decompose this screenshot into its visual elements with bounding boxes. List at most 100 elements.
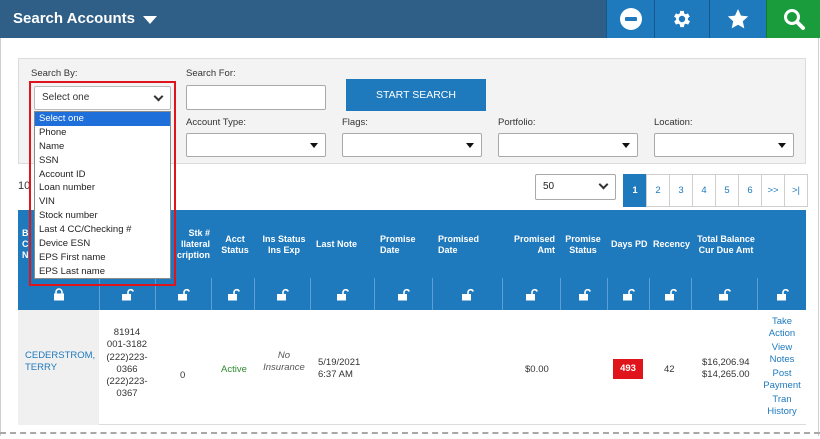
option-eps-last-name[interactable]: EPS Last name bbox=[35, 265, 170, 279]
column-unlock[interactable] bbox=[155, 278, 211, 310]
unlock-icon bbox=[122, 288, 134, 300]
account-name-link[interactable]: CEDERSTROM, TERRY bbox=[25, 350, 95, 374]
stk-value: 0 bbox=[180, 370, 186, 381]
column-unlock[interactable] bbox=[502, 278, 560, 310]
tran-history-link[interactable]: Tran History bbox=[756, 394, 808, 418]
gear-icon bbox=[674, 10, 690, 28]
post-payment-link[interactable]: Post Payment bbox=[756, 368, 808, 392]
search-for-label: Search For: bbox=[186, 68, 236, 79]
account-ids: 81914 001-3182 (222)223- 0366 (222)223- … bbox=[106, 327, 148, 400]
col-header-promised-date[interactable]: Promised Date bbox=[438, 234, 479, 256]
page-link[interactable]: 1 bbox=[623, 174, 647, 207]
page-link[interactable]: 6 bbox=[738, 174, 762, 207]
search-by-value: Select one bbox=[42, 92, 90, 103]
option-loan-number[interactable]: Loan number bbox=[35, 181, 170, 195]
column-unlock[interactable] bbox=[211, 278, 254, 310]
option-stock-number[interactable]: Stock number bbox=[35, 209, 170, 223]
search-by-label: Search By: bbox=[31, 68, 78, 79]
acct-status-value: Active bbox=[221, 364, 247, 375]
view-notes-link[interactable]: View Notes bbox=[756, 342, 808, 366]
search-icon bbox=[783, 9, 805, 30]
take-action-link[interactable]: Take Action bbox=[756, 316, 808, 340]
col-header-promise-date[interactable]: Promise Date bbox=[380, 234, 416, 256]
option-account-id[interactable]: Account ID bbox=[35, 168, 170, 182]
days-pd-badge: 493 bbox=[613, 359, 643, 379]
page-link[interactable]: 5 bbox=[715, 174, 739, 207]
portfolio-select[interactable] bbox=[498, 133, 638, 157]
per-page-select[interactable]: 50 bbox=[535, 174, 616, 200]
unlock-icon bbox=[462, 288, 474, 300]
minimize-button[interactable] bbox=[606, 0, 654, 38]
col-header-days-pd[interactable]: Days PD bbox=[611, 239, 648, 250]
option-ssn[interactable]: SSN bbox=[35, 154, 170, 168]
star-icon bbox=[727, 9, 749, 29]
flags-select[interactable] bbox=[342, 133, 482, 157]
unlock-icon bbox=[178, 288, 190, 300]
page-title: Search Accounts bbox=[13, 10, 135, 27]
lock-icon bbox=[53, 287, 64, 300]
search-button[interactable] bbox=[766, 0, 820, 38]
results-count: 10 bbox=[18, 180, 31, 192]
account-type-label: Account Type: bbox=[186, 117, 247, 128]
pagination: 1 2 3 4 5 6 >> >| bbox=[623, 174, 808, 207]
unlock-icon bbox=[227, 288, 240, 300]
row-actions: Take Action View Notes Post Payment Tran… bbox=[756, 316, 808, 420]
option-name[interactable]: Name bbox=[35, 140, 170, 154]
settings-button[interactable] bbox=[654, 0, 709, 38]
location-select[interactable] bbox=[654, 133, 794, 157]
column-unlock[interactable] bbox=[254, 278, 310, 310]
option-select-one[interactable]: Select one bbox=[35, 112, 170, 126]
col-header-recency[interactable]: Recency bbox=[653, 239, 690, 250]
col-header-promised-amt[interactable]: Promised Amt bbox=[505, 234, 555, 256]
account-type-select[interactable] bbox=[186, 133, 326, 157]
search-by-select[interactable]: Select one bbox=[34, 86, 171, 110]
column-unlock[interactable] bbox=[432, 278, 502, 310]
option-device-esn[interactable]: Device ESN bbox=[35, 237, 170, 251]
chevron-down-icon bbox=[598, 179, 609, 190]
col-header-last-note[interactable]: Last Note bbox=[316, 239, 357, 250]
unlock-icon bbox=[623, 288, 635, 300]
portfolio-label: Portfolio: bbox=[498, 117, 536, 128]
torn-edge bbox=[0, 432, 820, 439]
minus-circle-icon bbox=[619, 8, 642, 30]
unlock-icon bbox=[578, 288, 591, 300]
column-unlock[interactable] bbox=[560, 278, 607, 310]
search-by-options: Select one Phone Name SSN Account ID Loa… bbox=[34, 111, 171, 279]
col-header-ins-status[interactable]: Ins Status Ins Exp bbox=[258, 234, 310, 256]
col-header-acct-status[interactable]: Acct Status bbox=[216, 234, 254, 256]
chevron-down-icon bbox=[153, 91, 164, 102]
option-eps-first-name[interactable]: EPS First name bbox=[35, 251, 170, 265]
page-link[interactable]: 2 bbox=[646, 174, 670, 207]
unlock-icon bbox=[277, 288, 289, 300]
start-search-button[interactable]: START SEARCH bbox=[346, 79, 486, 111]
column-unlock[interactable] bbox=[757, 278, 806, 310]
last-note-value: 5/19/2021 6:37 AM bbox=[318, 357, 361, 380]
favorites-button[interactable] bbox=[709, 0, 766, 38]
unlock-icon bbox=[665, 288, 677, 300]
column-unlock[interactable] bbox=[99, 278, 155, 310]
unlock-icon bbox=[719, 288, 731, 300]
caret-down-icon bbox=[143, 15, 157, 24]
column-unlock[interactable] bbox=[691, 278, 757, 310]
option-vin[interactable]: VIN bbox=[35, 195, 170, 209]
page-link[interactable]: 4 bbox=[692, 174, 716, 207]
col-header-total-balance[interactable]: Total Balance Cur Due Amt bbox=[694, 234, 758, 256]
option-last4-cc[interactable]: Last 4 CC/Checking # bbox=[35, 223, 170, 237]
last-page-link[interactable]: >| bbox=[784, 174, 808, 207]
column-unlock[interactable] bbox=[310, 278, 374, 310]
col-header-b[interactable]: B C N bbox=[22, 228, 29, 261]
search-accounts-menu[interactable]: Search Accounts bbox=[13, 10, 157, 27]
next-page-link[interactable]: >> bbox=[761, 174, 785, 207]
column-unlock[interactable] bbox=[374, 278, 432, 310]
top-bar: Search Accounts bbox=[0, 0, 820, 38]
column-unlock[interactable] bbox=[607, 278, 649, 310]
col-header-promise-status[interactable]: Promise Status bbox=[563, 234, 603, 256]
unlock-icon bbox=[337, 288, 349, 300]
page-link[interactable]: 3 bbox=[669, 174, 693, 207]
search-for-input[interactable] bbox=[186, 85, 326, 110]
promised-amt-value: $0.00 bbox=[525, 364, 549, 375]
option-phone[interactable]: Phone bbox=[35, 126, 170, 140]
column-lock[interactable] bbox=[18, 278, 99, 310]
column-unlock[interactable] bbox=[649, 278, 691, 310]
caret-down-icon bbox=[778, 143, 786, 148]
